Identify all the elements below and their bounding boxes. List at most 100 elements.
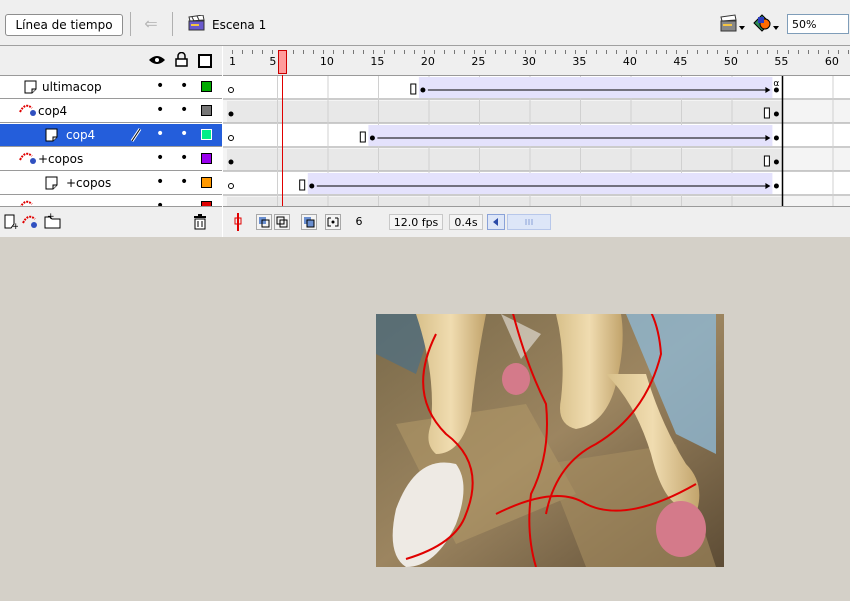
scene-clapper-icon [188, 14, 206, 34]
ruler-tick [262, 50, 264, 54]
ruler-tick [292, 50, 294, 54]
ruler-tick [494, 50, 496, 54]
edit-multiple-frames-icon[interactable] [301, 214, 317, 230]
ruler-tick [434, 50, 436, 54]
add-folder-icon[interactable]: + [44, 212, 62, 232]
frame-rate[interactable]: 12.0 fps [389, 214, 443, 230]
add-layer-icon[interactable]: + [4, 214, 20, 233]
add-motion-guide-icon[interactable] [22, 213, 40, 232]
ruler-tick [524, 50, 526, 54]
modify-onion-markers-icon[interactable] [325, 214, 341, 230]
stage-area[interactable] [0, 237, 850, 601]
toolbar-divider [172, 12, 173, 36]
ruler-tick [585, 50, 587, 54]
ruler-tick [726, 50, 728, 54]
ruler-label: 40 [622, 55, 637, 68]
playhead-handle[interactable] [278, 50, 287, 74]
eye-icon[interactable] [148, 54, 166, 69]
svg-text:+: + [47, 213, 55, 222]
layer-name: +copos [66, 176, 112, 190]
visibility-dot[interactable]: • [156, 78, 164, 94]
outline-icon[interactable] [198, 54, 212, 71]
lock-dot[interactable]: • [180, 126, 188, 142]
trash-icon[interactable] [193, 213, 207, 233]
frame-ruler[interactable]: 1 5 10 15 20 25 30 35 40 45 50 55 60 [223, 46, 850, 76]
ruler-tick [474, 50, 476, 54]
keyframe-dot [773, 111, 779, 117]
layer-row-partial[interactable]: • [0, 196, 222, 206]
visibility-dot[interactable]: • [156, 174, 164, 190]
keyframe-dot [228, 159, 234, 165]
lock-dot[interactable]: • [180, 174, 188, 190]
lock-dot[interactable]: • [180, 102, 188, 118]
guide-span [227, 101, 783, 122]
layer-icon [23, 79, 39, 98]
frame-controls: 6 12.0 fps 0.4s [223, 206, 850, 237]
frame-grid[interactable]: α [223, 76, 850, 206]
layer-name: cop4 [38, 104, 68, 118]
ruler-tick [625, 50, 627, 54]
layer-name: cop4 [66, 128, 96, 142]
lock-dot[interactable]: • [180, 78, 188, 94]
empty-keyframe [228, 87, 234, 93]
outline-color-swatch[interactable] [201, 105, 212, 116]
timeline-scrollbar[interactable] [507, 214, 551, 230]
stage-canvas[interactable] [376, 314, 724, 567]
layer-row-copos-guide[interactable]: +copos • • [0, 148, 222, 171]
lock-dot[interactable]: • [180, 150, 188, 166]
current-frame: 6 [355, 215, 363, 228]
ruler-tick [454, 50, 456, 54]
onion-skin-outlines-icon[interactable] [274, 214, 290, 230]
layer-row-cop4-guide[interactable]: cop4 • • [0, 100, 222, 123]
end-frame-marker [763, 155, 770, 167]
layer-list: ultimacop • • cop4 • • cop4 • • +copos •… [0, 76, 222, 206]
edit-symbol-icon[interactable] [752, 13, 780, 36]
ruler-tick [565, 50, 567, 54]
visibility-dot[interactable]: • [156, 102, 164, 118]
ruler-tick [716, 50, 718, 54]
center-frame-icon[interactable] [233, 213, 243, 234]
ruler-label: 60 [824, 55, 839, 68]
artwork-image [376, 314, 724, 567]
outline-color-swatch[interactable] [201, 153, 212, 164]
layer-row-cop4-selected[interactable]: cop4 • • [0, 124, 222, 147]
layer-row-ultimacop[interactable]: ultimacop • • [0, 76, 222, 99]
visibility-dot[interactable]: • [156, 198, 164, 206]
ruler-tick [807, 50, 809, 54]
ruler-tick [595, 50, 597, 54]
ruler-tick [333, 50, 335, 54]
layer-name: +copos [38, 152, 84, 166]
ruler-tick [575, 50, 577, 54]
ruler-label: 35 [572, 55, 587, 68]
back-arrow-icon[interactable]: ⇐ [141, 13, 161, 35]
onion-skin-icon[interactable] [256, 214, 272, 230]
zoom-input[interactable]: 50% [787, 14, 849, 34]
scroll-left-icon[interactable] [487, 214, 505, 230]
ruler-tick [817, 50, 819, 54]
outline-color-swatch[interactable] [201, 177, 212, 188]
edit-scene-icon[interactable] [720, 14, 746, 35]
ruler-label: 50 [723, 55, 738, 68]
ruler-tick [403, 50, 405, 54]
ruler-tick [696, 50, 698, 54]
end-frame-marker [299, 179, 306, 191]
visibility-dot[interactable]: • [156, 150, 164, 166]
keyframe-dot [773, 159, 779, 165]
lock-icon[interactable] [175, 51, 188, 70]
empty-keyframe [228, 135, 234, 141]
end-frame-marker [763, 107, 770, 119]
timeline-toggle-button[interactable]: Línea de tiempo [5, 14, 123, 36]
ruler-tick [312, 50, 314, 54]
frame-grid-svg[interactable]: α [223, 76, 850, 206]
layer-row-copos[interactable]: +copos • • [0, 172, 222, 195]
ruler-tick [747, 50, 749, 54]
ruler-label: 15 [370, 55, 385, 68]
outline-color-swatch[interactable] [201, 129, 212, 140]
outline-color-swatch[interactable] [201, 81, 212, 92]
visibility-dot[interactable]: • [156, 126, 164, 142]
guide-span [227, 197, 783, 206]
ruler-tick [423, 50, 425, 54]
ruler-tick [848, 50, 850, 54]
ruler-tick [484, 50, 486, 54]
ruler-tick [343, 50, 345, 54]
